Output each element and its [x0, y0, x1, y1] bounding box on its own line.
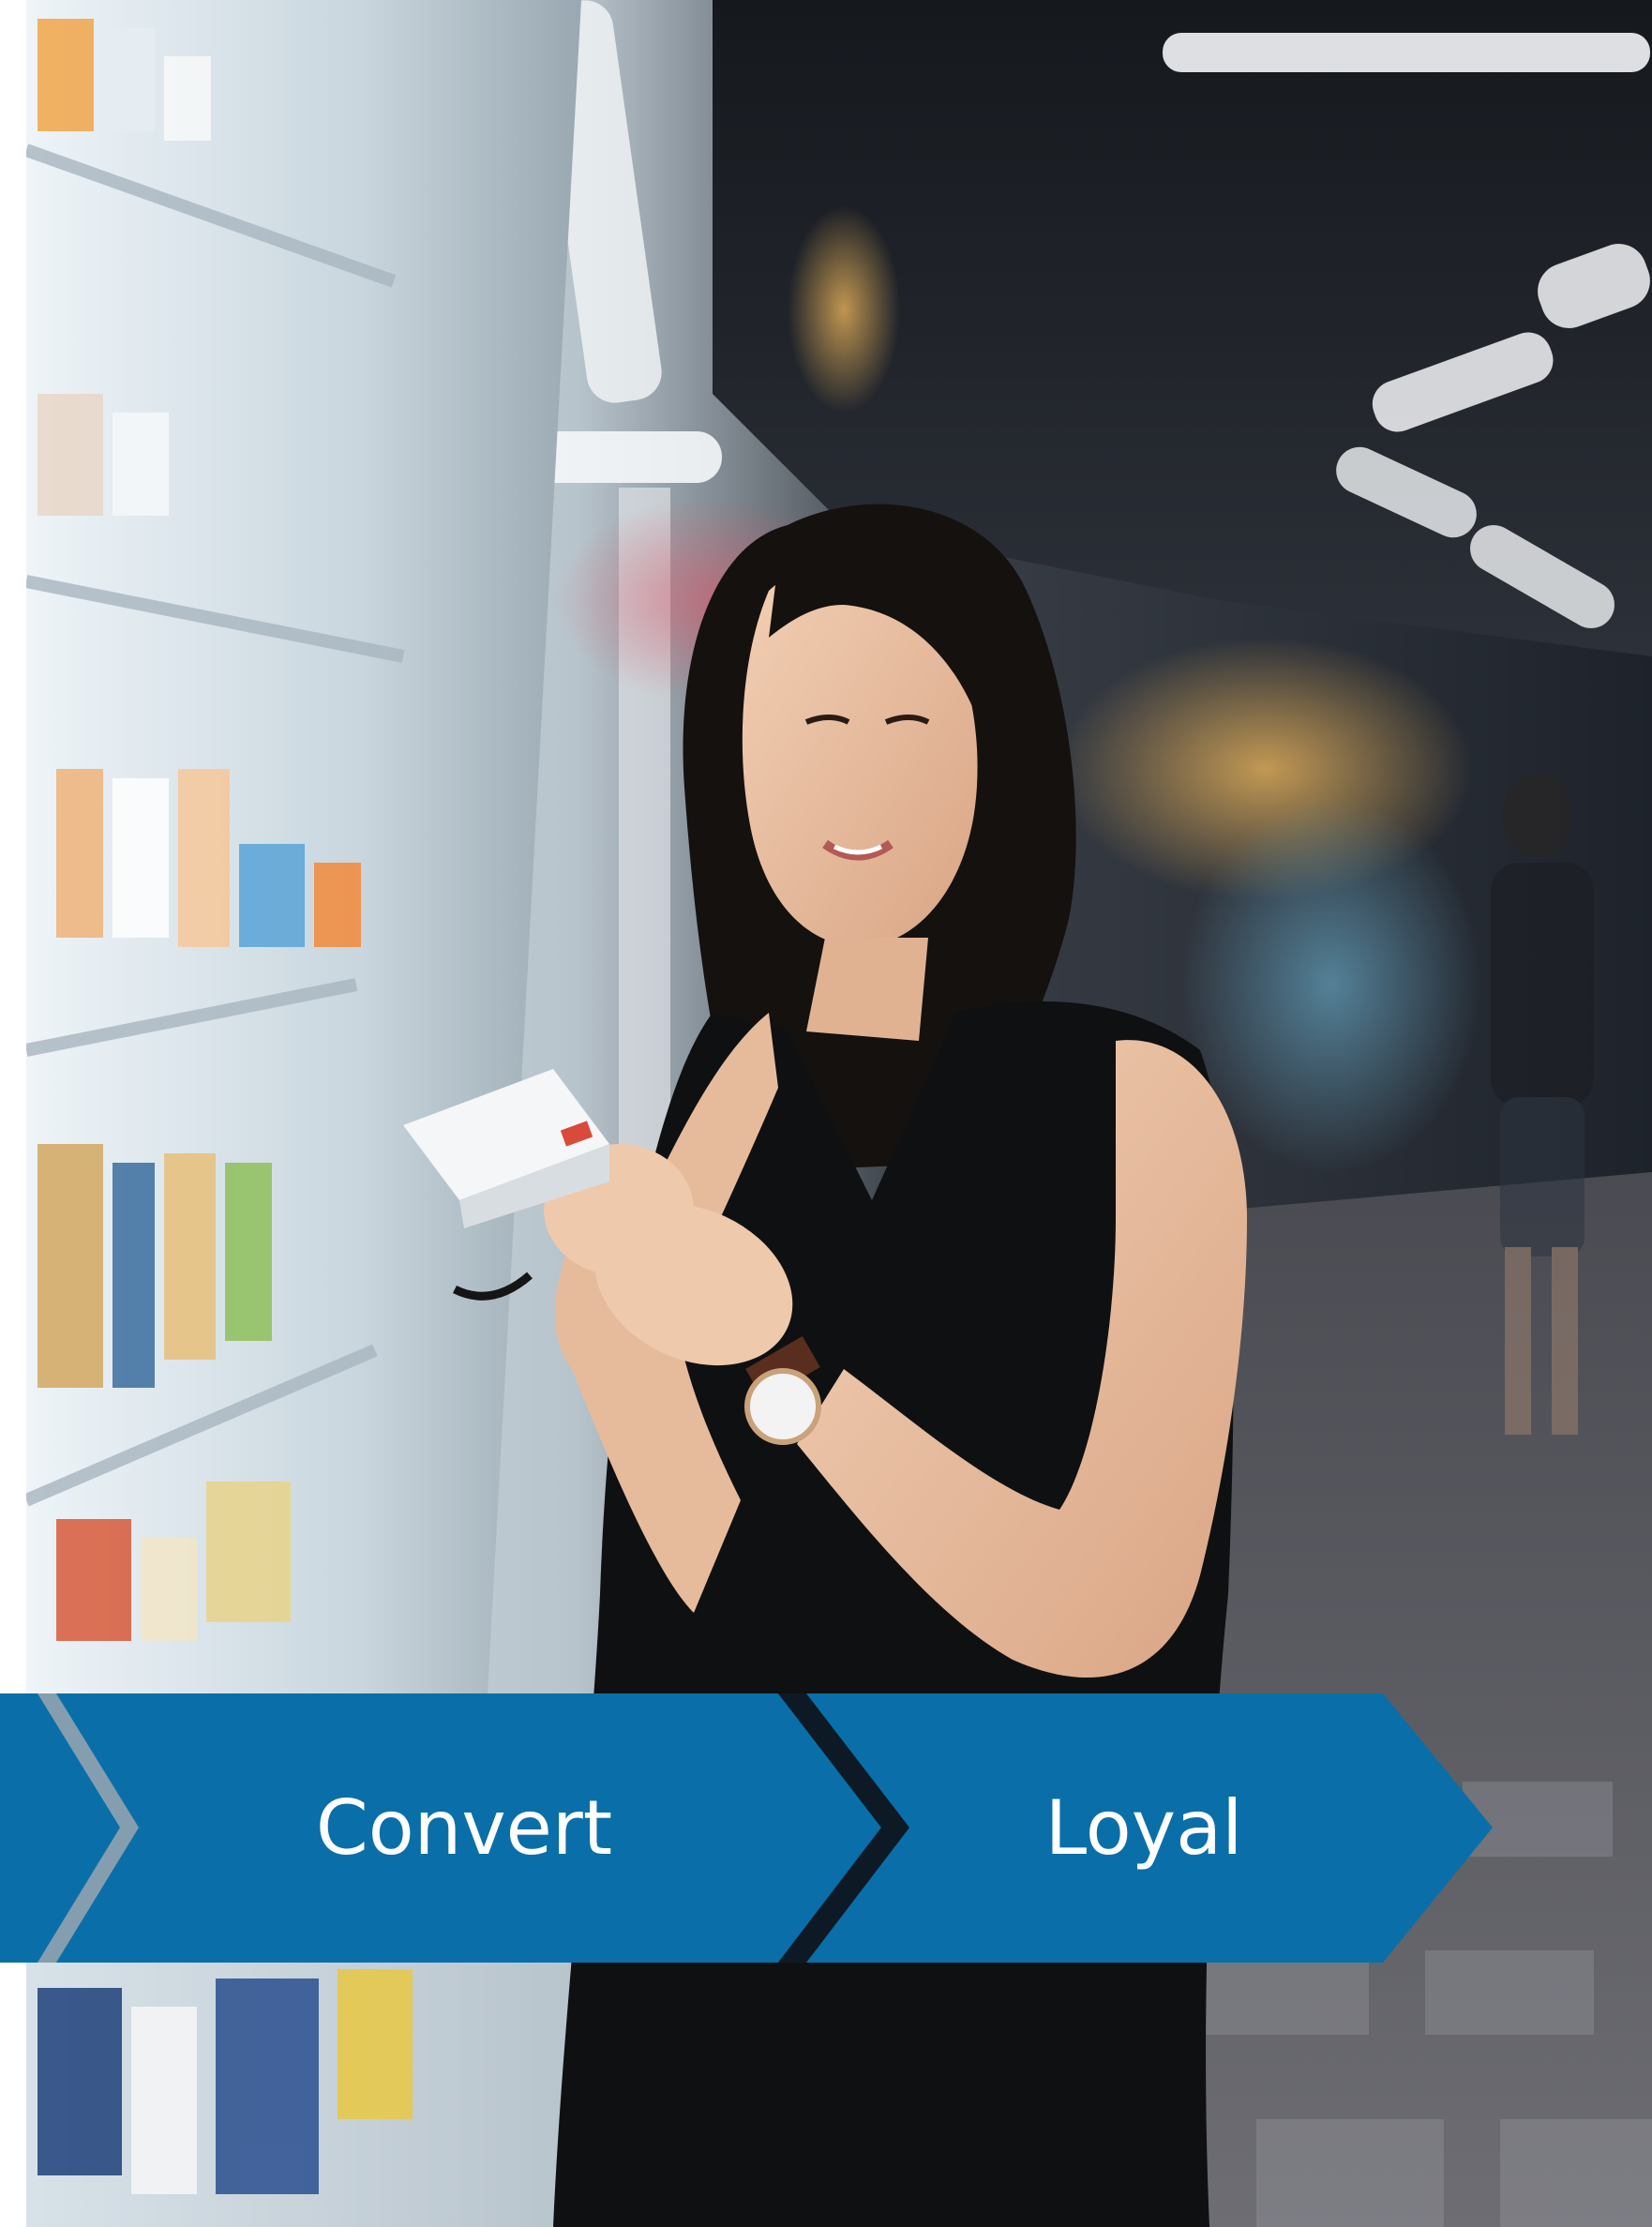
funnel-arrows: Convert Loyal	[0, 1693, 1652, 1963]
loyal-label: Loyal	[1044, 1784, 1243, 1872]
left-margin-strip	[0, 0, 26, 1693]
convert-label: Convert	[315, 1784, 613, 1872]
left-margin-strip-lower	[0, 1963, 26, 2227]
